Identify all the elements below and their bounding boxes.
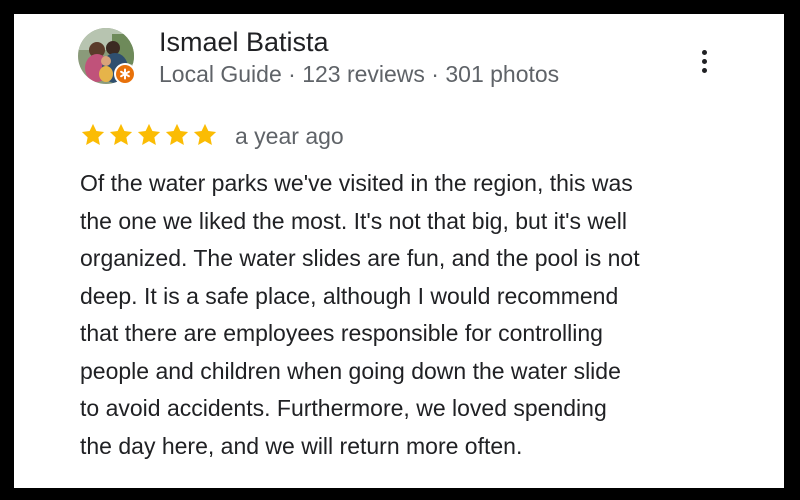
badge-inner xyxy=(116,65,134,83)
star-icon xyxy=(81,123,105,146)
review-text-line: people and children when going down the … xyxy=(80,357,621,384)
review-text-line: the one we liked the most. It's not that… xyxy=(80,207,628,234)
star-icon xyxy=(137,123,161,146)
star-icon xyxy=(193,123,217,146)
more-options-button[interactable] xyxy=(690,46,718,76)
review-card: Ismael Batista Local Guide · 123 reviews… xyxy=(14,14,784,488)
review-text-line: the day here, and we will return more of… xyxy=(80,432,523,459)
review-date: a year ago xyxy=(235,123,344,149)
asterisk-icon xyxy=(120,68,130,80)
review-text-line: organized. The water slides are fun, and… xyxy=(80,245,640,271)
review-text-line: to avoid accidents. Furthermore, we love… xyxy=(80,395,607,421)
more-vert-icon-dot xyxy=(701,67,707,73)
review-text-line: Of the water parks we've visited in the … xyxy=(80,170,633,196)
avatar[interactable] xyxy=(78,28,136,85)
local-guide-badge-icon xyxy=(114,63,136,85)
more-vert-icon-dot xyxy=(701,49,707,55)
review-text-line: that there are employees responsible for… xyxy=(80,320,603,346)
more-vert-icon-dot xyxy=(701,58,707,64)
star-rating xyxy=(79,121,219,149)
star-icon xyxy=(109,123,133,146)
review-text: Of the water parks we've visited in the … xyxy=(80,165,760,465)
reviewer-meta: Local Guide · 123 reviews · 301 photos xyxy=(159,61,560,87)
star-icon xyxy=(165,123,189,146)
reviewer-name[interactable]: Ismael Batista xyxy=(159,26,329,58)
review-text-line: deep. It is a safe place, although I wou… xyxy=(80,282,619,309)
